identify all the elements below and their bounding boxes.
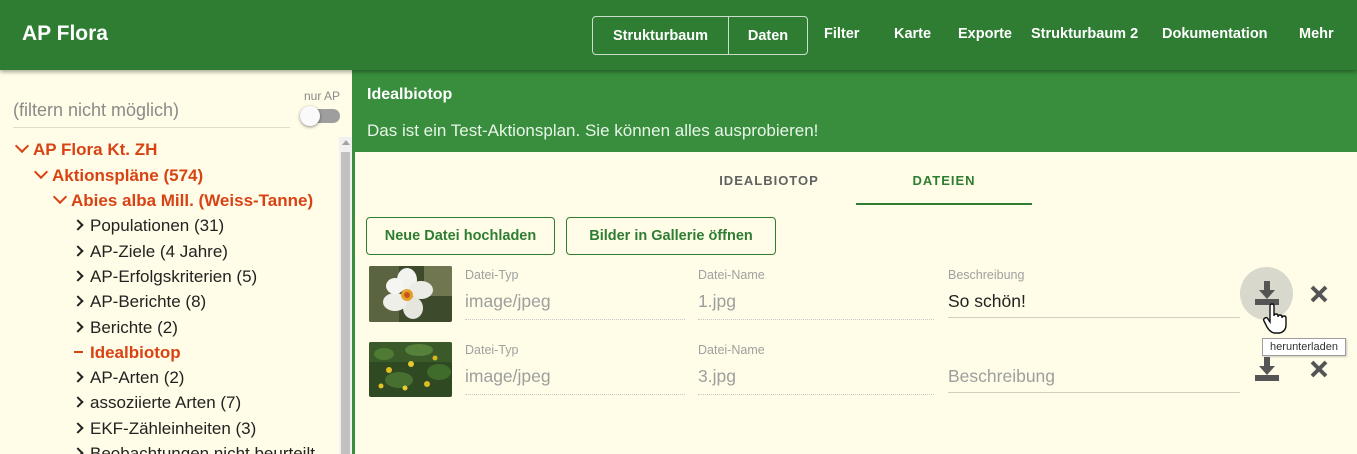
file-type-value: image/jpeg (465, 366, 551, 386)
file-description-label: Beschreibung (948, 268, 1025, 282)
file-type-value: image/jpeg (465, 291, 551, 311)
tree-node-idealbiotop[interactable]: Idealbiotop (74, 343, 181, 363)
nav-exporte-link[interactable]: Exporte (958, 26, 1012, 42)
open-gallery-button[interactable]: Bilder in Gallerie öffnen (566, 217, 776, 255)
file-type-label: Datei-Typ (465, 268, 519, 282)
dash-icon (74, 351, 83, 353)
hand-cursor-icon (1262, 303, 1288, 340)
nav-mehr-link[interactable]: Mehr (1299, 26, 1334, 42)
nav-filter-link[interactable]: Filter (824, 26, 859, 42)
nav-strukturbaum-button[interactable]: Strukturbaum (593, 17, 729, 54)
file-description-underline (948, 317, 1240, 318)
active-tab-indicator (856, 203, 1032, 205)
download-icon[interactable] (1254, 356, 1280, 387)
tree-scrollbar-thumb[interactable] (341, 152, 350, 454)
file-name-value: 1.jpg (698, 291, 736, 311)
tree-node-ap-berichte[interactable]: AP-Berichte (8) (72, 292, 206, 312)
tree-filter-input[interactable]: (filtern nicht möglich) (13, 100, 290, 128)
tree-node-populationen[interactable]: Populationen (31) (72, 216, 224, 236)
download-tooltip: herunterladen (1262, 338, 1346, 356)
file-description-input[interactable]: So schön! (948, 291, 1026, 317)
chevron-right-icon (72, 245, 84, 257)
chevron-right-icon (72, 270, 84, 282)
chevron-right-icon (72, 447, 84, 454)
tree-node-ap-arten[interactable]: AP-Arten (2) (72, 368, 184, 388)
tree-node-ap-erfolgskriterien[interactable]: AP-Erfolgskriterien (5) (72, 267, 257, 287)
chevron-right-icon (72, 295, 84, 307)
chevron-down-icon (33, 164, 49, 180)
form-subtitle: Das ist ein Test-Aktionsplan. Sie können… (367, 121, 819, 140)
nav-dokumentation-link[interactable]: Dokumentation (1162, 26, 1268, 42)
file-type-label: Datei-Typ (465, 343, 519, 357)
nur-ap-label: nur AP (304, 89, 341, 103)
close-icon[interactable] (1309, 359, 1329, 384)
file-thumbnail[interactable] (369, 342, 452, 397)
nav-daten-button[interactable]: Daten (729, 17, 807, 54)
file-type-underline (465, 319, 685, 320)
chevron-right-icon (72, 371, 84, 383)
chevron-down-icon (14, 138, 30, 154)
app-title[interactable]: AP Flora (22, 22, 108, 46)
file-name-underline (698, 319, 934, 320)
file-description-input[interactable]: Beschreibung (948, 366, 1055, 392)
chevron-right-icon (72, 422, 84, 434)
close-icon[interactable] (1309, 284, 1329, 309)
file-name-value: 3.jpg (698, 366, 736, 386)
nav-strukturbaum2-link[interactable]: Strukturbaum 2 (1031, 26, 1138, 42)
file-type-underline (465, 394, 685, 395)
tab-idealbiotop[interactable]: IDEALBIOTOP (681, 173, 857, 188)
file-name-label: Datei-Name (698, 343, 765, 357)
tree-node-ap-flora[interactable]: AP Flora Kt. ZH (14, 138, 157, 160)
chevron-down-icon (52, 189, 68, 205)
tree-node-berichte[interactable]: Berichte (2) (72, 318, 178, 338)
file-name-underline (698, 394, 934, 395)
tree-node-ekf-zaehleinheiten[interactable]: EKF-Zähleinheiten (3) (72, 419, 256, 439)
file-description-underline (948, 392, 1240, 393)
tree-node-ap-ziele[interactable]: AP-Ziele (4 Jahre) (72, 242, 228, 262)
tree-node-abies-alba[interactable]: Abies alba Mill. (Weiss-Tanne) (52, 189, 313, 211)
upload-file-button[interactable]: Neue Datei hochladen (366, 217, 555, 255)
chevron-right-icon (72, 321, 84, 333)
file-name-label: Datei-Name (698, 268, 765, 282)
tree-node-assoziierte-arten[interactable]: assoziierte Arten (7) (72, 393, 241, 413)
nur-ap-switch-thumb[interactable] (300, 106, 320, 126)
nav-toggle-group: Strukturbaum Daten (592, 16, 808, 55)
app-bar: AP Flora Strukturbaum Daten Filter Karte… (0, 0, 1357, 70)
nav-karte-link[interactable]: Karte (894, 26, 931, 42)
chevron-right-icon (72, 396, 84, 408)
tree-node-aktionsplaene[interactable]: Aktionspläne (574) (33, 164, 203, 186)
chevron-right-icon (72, 219, 84, 231)
tree-node-beobachtungen[interactable]: Beobachtungen nicht beurteilt (72, 444, 315, 454)
tab-dateien[interactable]: DATEIEN (856, 173, 1032, 188)
form-title: Idealbiotop (367, 86, 453, 103)
scroll-up-arrow-icon[interactable] (342, 140, 350, 145)
file-thumbnail[interactable] (369, 266, 452, 322)
